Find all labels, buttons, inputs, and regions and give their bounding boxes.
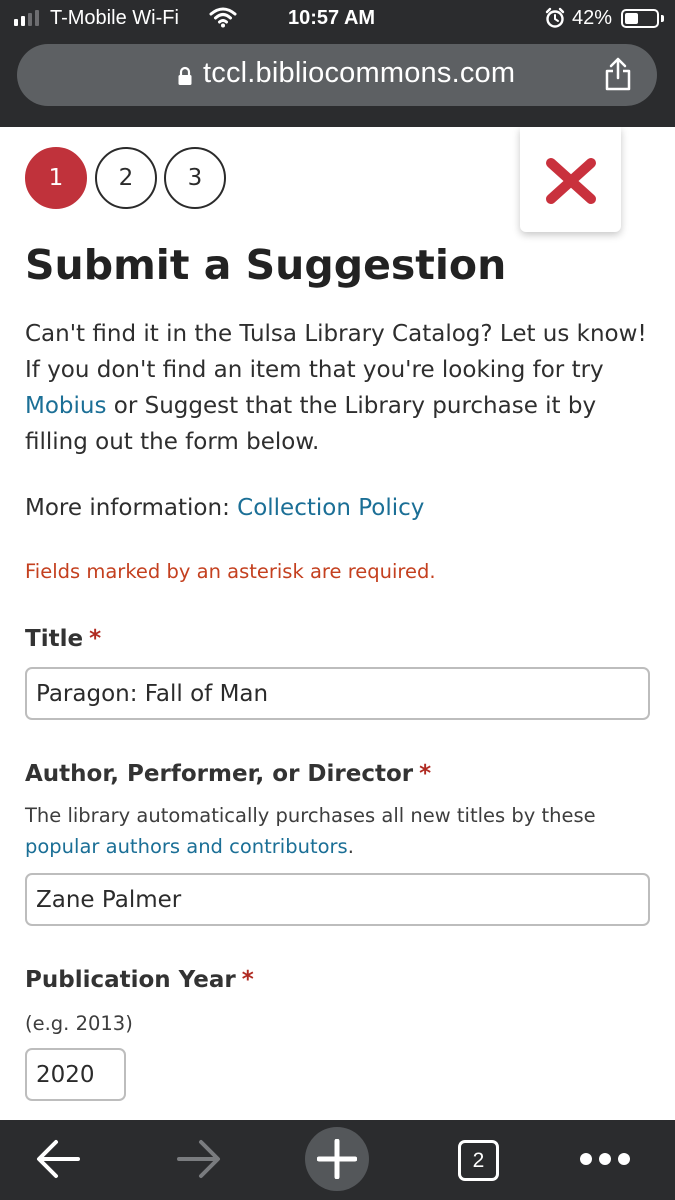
- back-arrow-icon[interactable]: [34, 1138, 82, 1180]
- publication-year-label: Publication Year *: [25, 967, 254, 993]
- publication-year-label-text: Publication Year: [25, 967, 236, 993]
- battery-level-fill: [625, 13, 638, 24]
- status-bar: T-Mobile Wi-Fi 10:57 AM 42%: [0, 0, 675, 38]
- browser-bottom-toolbar: 2: [0, 1120, 675, 1200]
- share-icon[interactable]: [603, 56, 633, 92]
- alarm-icon: [545, 7, 565, 28]
- forward-arrow-icon[interactable]: [175, 1138, 223, 1180]
- clock: 10:57 AM: [288, 7, 376, 29]
- step-indicator-1: 1: [25, 147, 87, 209]
- more-icon[interactable]: [580, 1153, 630, 1165]
- more-info-label: More information:: [25, 495, 238, 521]
- more-info: More information: Collection Policy: [25, 495, 424, 521]
- close-icon: [546, 158, 596, 204]
- title-label: Title *: [25, 626, 101, 652]
- publication-year-help: (e.g. 2013): [25, 1012, 133, 1035]
- page-title: Submit a Suggestion: [25, 241, 507, 289]
- intro-text: Can't find it in the Tulsa Library Catal…: [25, 316, 665, 460]
- title-input[interactable]: Paragon: Fall of Man: [25, 667, 650, 720]
- signal-icon: [14, 10, 39, 26]
- new-tab-plus-icon: [317, 1139, 357, 1179]
- intro-line-3: Mobius or Suggest that the Library purch…: [25, 388, 665, 424]
- publication-year-input[interactable]: 2020: [25, 1048, 126, 1101]
- battery-cap: [661, 15, 664, 22]
- step-indicator-3: 3: [164, 147, 226, 209]
- lock-icon: [178, 66, 192, 85]
- carrier-name: T-Mobile Wi-Fi: [50, 7, 179, 29]
- intro-line-4: filling out the form below.: [25, 429, 320, 455]
- intro-line-3-text: or Suggest that the Library purchase it …: [106, 393, 597, 419]
- author-label-text: Author, Performer, or Director: [25, 761, 414, 787]
- battery-percent: 42%: [572, 7, 613, 29]
- required-asterisk: *: [89, 626, 102, 652]
- author-label: Author, Performer, or Director *: [25, 761, 431, 787]
- author-help-line-2: popular authors and contributors.: [25, 835, 354, 858]
- popular-authors-link[interactable]: popular authors and contributors: [25, 835, 348, 858]
- required-fields-note: Fields marked by an asterisk are require…: [25, 560, 436, 583]
- required-asterisk: *: [419, 761, 432, 787]
- author-help-suffix: .: [347, 835, 354, 858]
- author-input[interactable]: Zane Palmer: [25, 873, 650, 926]
- url-text: tccl.bibliocommons.com: [203, 57, 516, 89]
- author-help-text: The library automatically purchases all …: [25, 804, 596, 827]
- intro-line-2: If you don't find an item that you're lo…: [25, 357, 604, 383]
- required-asterisk: *: [241, 967, 254, 993]
- mobius-link[interactable]: Mobius: [25, 393, 106, 419]
- new-tab-button[interactable]: [305, 1127, 369, 1191]
- url-bar[interactable]: tccl.bibliocommons.com: [17, 44, 657, 106]
- intro-line-1: Can't find it in the Tulsa Library Catal…: [25, 321, 647, 347]
- browser-top-chrome: T-Mobile Wi-Fi 10:57 AM 42% tccl.biblioc…: [0, 0, 675, 127]
- page-content: 1 2 3 Submit a Suggestion Can't find it …: [0, 127, 675, 1120]
- battery-icon: [621, 9, 659, 28]
- tabs-icon[interactable]: 2: [458, 1140, 499, 1181]
- close-button[interactable]: [520, 127, 621, 232]
- collection-policy-link[interactable]: Collection Policy: [237, 495, 424, 521]
- wifi-icon: [209, 7, 237, 28]
- step-indicator-2: 2: [95, 147, 157, 209]
- title-label-text: Title: [25, 626, 84, 652]
